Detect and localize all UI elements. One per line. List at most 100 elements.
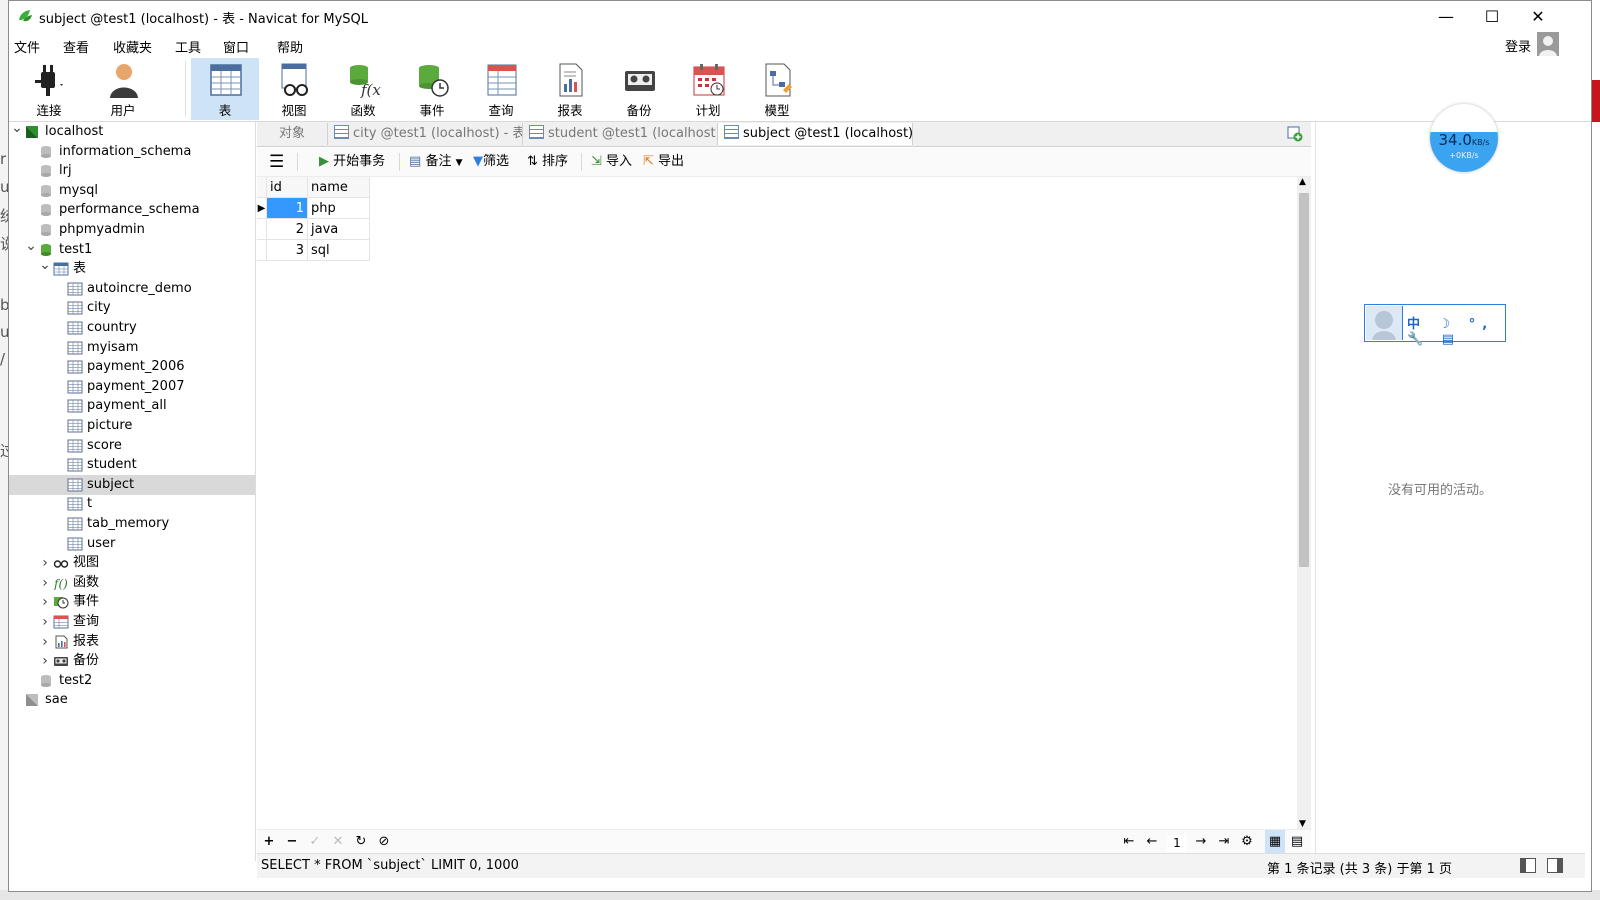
- delete-record-icon[interactable]: −: [282, 830, 302, 854]
- tree-node-myisam[interactable]: myisam: [9, 338, 255, 358]
- export-button[interactable]: ⇱ 导出: [643, 148, 684, 176]
- grid-view-icon[interactable]: ▦: [1265, 830, 1285, 854]
- menu-icon[interactable]: ☰: [269, 148, 284, 176]
- chevron-right-icon[interactable]: ›: [39, 632, 51, 652]
- tab-student[interactable]: student @test1 (localhost) -...: [523, 123, 718, 145]
- tree-node-t[interactable]: t: [9, 494, 255, 514]
- form-view-icon[interactable]: ▤: [1287, 830, 1307, 854]
- refresh-icon[interactable]: ↻: [351, 830, 371, 854]
- toolbar-backup-button[interactable]: 备份: [605, 58, 673, 120]
- chevron-right-icon[interactable]: ›: [39, 592, 51, 612]
- menu-view[interactable]: 查看: [63, 37, 89, 56]
- menu-favorites[interactable]: 收藏夹: [113, 37, 152, 56]
- toolbar-model-button[interactable]: 模型: [743, 58, 811, 120]
- gear-icon[interactable]: ⚙: [1237, 830, 1257, 854]
- toolbar-event-button[interactable]: 事件: [398, 58, 466, 120]
- tree-node-information_schema[interactable]: information_schema: [9, 142, 255, 162]
- menu-window[interactable]: 窗口: [223, 37, 249, 56]
- toolbar-function-button[interactable]: f(x) 函数: [329, 58, 397, 120]
- tree-node[interactable]: ⌄ 表: [9, 258, 255, 279]
- sort-button[interactable]: ⇅ 排序: [527, 148, 568, 176]
- toolbar-view-button[interactable]: 视图: [260, 58, 328, 120]
- toolbar-connect-button[interactable]: 连接: [15, 58, 83, 120]
- ime-avatar-icon[interactable]: [1366, 306, 1403, 340]
- tree-node-payment_2006[interactable]: payment_2006: [9, 357, 255, 377]
- tree-node-payment_2007[interactable]: payment_2007: [9, 377, 255, 397]
- table-cell-name[interactable]: java: [308, 219, 370, 240]
- minimize-button[interactable]: —: [1423, 1, 1469, 31]
- table-cell-name[interactable]: php: [308, 198, 370, 219]
- new-tab-icon[interactable]: [1287, 126, 1303, 142]
- chevron-right-icon[interactable]: ›: [39, 573, 51, 593]
- toolbar-schedule-button[interactable]: 计划: [674, 58, 742, 120]
- table-cell-name[interactable]: sql: [308, 240, 370, 261]
- toggle-sidebar-icon[interactable]: [1520, 858, 1536, 873]
- toggle-info-panel-icon[interactable]: [1547, 858, 1563, 873]
- menu-file[interactable]: 文件: [14, 37, 40, 56]
- tree-node-autoincre_demo[interactable]: autoincre_demo: [9, 279, 255, 299]
- import-button[interactable]: ⇲ 导入: [591, 148, 632, 176]
- tree-node-country[interactable]: country: [9, 318, 255, 338]
- table-cell-id[interactable]: 3: [267, 240, 308, 261]
- toolbar-user-button[interactable]: 用户: [89, 58, 157, 120]
- ime-options[interactable]: 中 ☽ °, 🔧 ▤: [1407, 313, 1505, 347]
- previous-page-icon[interactable]: ←: [1142, 830, 1162, 854]
- ime-toolbar[interactable]: 中 ☽ °, 🔧 ▤: [1364, 304, 1506, 347]
- tab-objects[interactable]: 对象: [257, 123, 328, 145]
- tree-node[interactable]: › 报表: [9, 632, 255, 652]
- last-page-icon[interactable]: ⇥: [1214, 830, 1234, 854]
- tree-node[interactable]: › 查询: [9, 612, 255, 632]
- tree-node-score[interactable]: score: [9, 436, 255, 456]
- tree-node-student[interactable]: student: [9, 455, 255, 475]
- table-cell-id[interactable]: 1: [267, 198, 308, 219]
- vertical-scrollbar[interactable]: ▲ ▼: [1297, 177, 1311, 829]
- tree-node-lrj[interactable]: lrj: [9, 161, 255, 181]
- tab-city[interactable]: city @test1 (localhost) - 表: [328, 123, 523, 145]
- add-record-icon[interactable]: +: [259, 830, 279, 854]
- login-link[interactable]: 登录: [1505, 36, 1531, 55]
- chevron-right-icon[interactable]: ›: [39, 612, 51, 632]
- table-cell-id[interactable]: 2: [267, 219, 308, 240]
- discard-icon[interactable]: ✕: [328, 830, 348, 854]
- tree-node[interactable]: › 事件: [9, 592, 255, 612]
- column-header-id[interactable]: id: [267, 177, 308, 198]
- menu-tools[interactable]: 工具: [175, 37, 201, 56]
- avatar[interactable]: [1537, 32, 1559, 56]
- chevron-right-icon[interactable]: ›: [39, 651, 51, 671]
- chevron-down-icon[interactable]: ⌄: [11, 121, 23, 135]
- toolbar-report-button[interactable]: 报表: [536, 58, 604, 120]
- menu-help[interactable]: 帮助: [277, 37, 303, 56]
- chevron-down-icon[interactable]: ⌄: [25, 239, 37, 253]
- next-page-icon[interactable]: →: [1191, 830, 1211, 854]
- tree-node-city[interactable]: city: [9, 298, 255, 318]
- toolbar-table-button[interactable]: 表: [191, 58, 259, 120]
- tree-node-sae[interactable]: sae: [9, 690, 255, 710]
- tree-node-payment_all[interactable]: payment_all: [9, 396, 255, 416]
- scroll-down-icon[interactable]: ▼: [1299, 819, 1306, 829]
- tree-node[interactable]: › 视图: [9, 553, 255, 573]
- note-button[interactable]: ▤ 备注 ▼: [409, 148, 463, 176]
- column-header-name[interactable]: name: [308, 177, 370, 198]
- tab-subject[interactable]: subject @test1 (localhost) - ...: [718, 123, 913, 145]
- tree-node-user[interactable]: user: [9, 534, 255, 554]
- tree-node[interactable]: › 备份: [9, 651, 255, 671]
- scrollbar-thumb[interactable]: [1299, 193, 1309, 567]
- close-button[interactable]: ✕: [1515, 1, 1561, 31]
- apply-icon[interactable]: ✓: [305, 830, 325, 854]
- chevron-right-icon[interactable]: ›: [39, 553, 51, 573]
- stop-icon[interactable]: ⊘: [374, 830, 394, 854]
- begin-transaction-button[interactable]: ▶ 开始事务: [319, 148, 385, 176]
- tree-node-phpmyadmin[interactable]: phpmyadmin: [9, 220, 255, 240]
- tree-node[interactable]: › f() 函数: [9, 573, 255, 593]
- network-speed-widget[interactable]: 34.0KB/s +0KB/s: [1430, 104, 1498, 172]
- tree-node-mysql[interactable]: mysql: [9, 181, 255, 201]
- page-number-input[interactable]: 1: [1167, 835, 1187, 852]
- tree-node-picture[interactable]: picture: [9, 416, 255, 436]
- toolbar-query-button[interactable]: 查询: [467, 58, 535, 120]
- first-page-icon[interactable]: ⇤: [1119, 830, 1139, 854]
- tree-node-performance_schema[interactable]: performance_schema: [9, 200, 255, 220]
- maximize-button[interactable]: ☐: [1469, 1, 1515, 31]
- chevron-down-icon[interactable]: ⌄: [39, 258, 51, 272]
- scroll-up-icon[interactable]: ▲: [1299, 177, 1306, 187]
- tree-node-subject[interactable]: subject: [9, 474, 255, 495]
